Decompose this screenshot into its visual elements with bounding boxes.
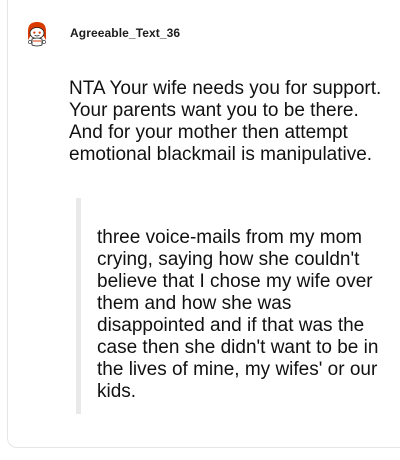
comment-card: Agreeable_Text_36 NTA Your wife needs yo… [7, 0, 400, 448]
blockquote: three voice-mails from my mom crying, sa… [76, 198, 386, 414]
quote-text: three voice-mails from my mom crying, sa… [97, 227, 379, 402]
username[interactable]: Agreeable_Text_36 [70, 26, 180, 40]
comment-body: NTA Your wife needs you for support. You… [69, 78, 382, 165]
comment-header: Agreeable_Text_36 [22, 18, 180, 48]
quote-bar [76, 198, 81, 414]
snoo-avatar-icon[interactable] [22, 18, 52, 48]
